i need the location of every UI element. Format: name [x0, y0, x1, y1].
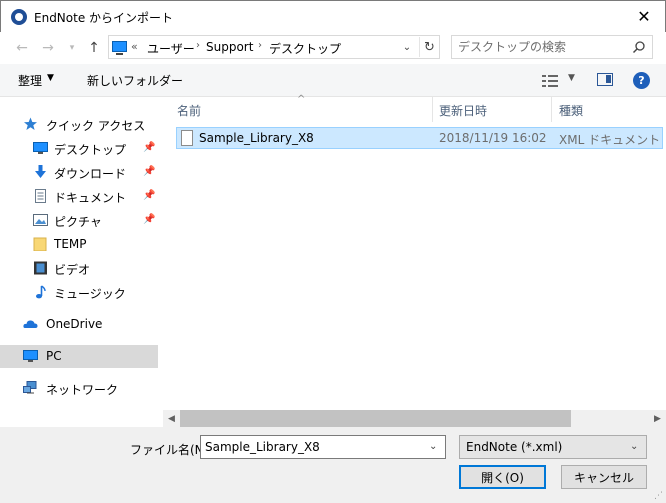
scroll-left-icon[interactable]: ◀ [163, 410, 180, 427]
open-button[interactable]: 開く(O) [459, 465, 546, 489]
nav-label: ドキュメント [54, 191, 127, 205]
nav-item-music[interactable]: ミュージック [0, 281, 158, 304]
cloud-icon [23, 320, 38, 328]
column-divider[interactable] [432, 97, 433, 122]
title-bar: EndNote からインポート ✕ [0, 0, 666, 32]
new-folder-button[interactable]: 新しいフォルダー [87, 72, 183, 89]
pin-icon: 📌 [143, 190, 156, 201]
chevron-down-icon: ⌄ [630, 441, 639, 452]
column-header: ^ 名前 更新日時 種類 [163, 94, 666, 122]
recent-locations-chevron-icon[interactable]: ▾ [62, 38, 82, 58]
address-bar[interactable]: « ユーザー › Support › デスクトップ ⌄ ↻ [108, 35, 440, 59]
endnote-app-icon [11, 9, 27, 25]
file-row[interactable]: Sample_Library_X8 2018/11/19 16:02 XML ド… [176, 127, 663, 149]
desktop-icon [33, 142, 48, 154]
nav-label: ミュージック [54, 287, 126, 301]
hidden-path-chevrons[interactable]: « [131, 40, 138, 53]
filetype-value: EndNote (*.xml) [466, 440, 563, 454]
nav-item-videos[interactable]: ビデオ [0, 257, 158, 280]
column-date-modified[interactable]: 更新日時 [439, 102, 487, 119]
file-date: 2018/11/19 16:02 [439, 131, 547, 145]
video-icon [34, 261, 47, 275]
close-button[interactable]: ✕ [621, 1, 666, 32]
command-toolbar: 整理 ▼ 新しいフォルダー ▼ ? [0, 64, 666, 97]
help-icon[interactable]: ? [633, 72, 650, 89]
filename-input[interactable] [201, 436, 425, 458]
navigation-pane: クイック アクセス デスクトップ 📌 ダウンロード 📌 ドキュメント 📌 ピクチ… [0, 97, 158, 427]
column-type[interactable]: 種類 [559, 102, 583, 119]
file-list: ^ 名前 更新日時 種類 Sample_Library_X8 2018/11/1… [163, 94, 666, 427]
nav-quick-access[interactable]: クイック アクセス [0, 113, 158, 136]
nav-label: PC [46, 349, 62, 363]
back-arrow-icon[interactable]: ← [12, 38, 32, 58]
nav-pc[interactable]: PC [0, 345, 158, 368]
forward-arrow-icon[interactable]: → [38, 38, 58, 58]
nav-item-desktop[interactable]: デスクトップ 📌 [0, 137, 158, 160]
file-type: XML ドキュメント [559, 133, 661, 147]
pin-icon: 📌 [143, 166, 156, 177]
breadcrumb-separator[interactable]: › [258, 40, 262, 51]
cancel-button[interactable]: キャンセル [561, 465, 647, 489]
nav-label: TEMP [54, 237, 87, 251]
nav-item-pictures[interactable]: ピクチャ 📌 [0, 209, 158, 232]
nav-label: デスクトップ [54, 143, 127, 157]
scroll-right-icon[interactable]: ▶ [649, 410, 666, 427]
download-icon [35, 165, 46, 178]
sort-ascending-icon: ^ [297, 94, 306, 105]
nav-label: ダウンロード [54, 167, 127, 181]
filename-combobox[interactable]: ⌄ [200, 435, 446, 459]
pc-icon [112, 41, 127, 55]
filetype-select[interactable]: EndNote (*.xml) ⌄ [459, 435, 647, 459]
column-divider[interactable] [551, 97, 552, 122]
chevron-down-icon[interactable]: ▼ [47, 73, 54, 83]
nav-label: ネットワーク [46, 383, 119, 397]
nav-network[interactable]: ネットワーク [0, 377, 158, 400]
breadcrumb-desktop[interactable]: デスクトップ [269, 40, 341, 57]
document-icon [35, 189, 46, 203]
pictures-icon [33, 214, 48, 226]
bottom-panel: ファイル名(N): ⌄ EndNote (*.xml) ⌄ 開く(O) キャンセ… [0, 427, 666, 503]
nav-label: ビデオ [54, 263, 91, 277]
details-view-icon [542, 75, 558, 87]
nav-item-documents[interactable]: ドキュメント 📌 [0, 185, 158, 208]
nav-label: OneDrive [46, 317, 103, 331]
search-input[interactable] [452, 36, 628, 58]
resize-grip-icon[interactable]: ⋰ [654, 491, 663, 501]
refresh-icon[interactable]: ↻ [419, 37, 439, 57]
breadcrumb-support[interactable]: Support [206, 40, 253, 54]
window-title: EndNote からインポート [34, 11, 174, 25]
breadcrumb-separator[interactable]: › [196, 40, 200, 51]
star-icon [24, 117, 37, 130]
address-dropdown-icon[interactable]: ⌄ [400, 39, 414, 55]
scrollbar-thumb[interactable] [180, 410, 571, 427]
nav-item-downloads[interactable]: ダウンロード 📌 [0, 161, 158, 184]
chevron-down-icon: ▼ [568, 73, 575, 83]
pin-icon: 📌 [143, 142, 156, 153]
search-box[interactable] [451, 35, 653, 59]
breadcrumb-users[interactable]: ユーザー [147, 40, 195, 57]
pc-icon [23, 350, 38, 362]
change-view-button[interactable]: ▼ [542, 72, 578, 90]
nav-onedrive[interactable]: OneDrive [0, 313, 158, 336]
chevron-down-icon[interactable]: ⌄ [429, 441, 437, 452]
pin-icon: 📌 [143, 214, 156, 225]
nav-label: ピクチャ [54, 215, 102, 229]
xml-file-icon [181, 130, 193, 146]
file-name: Sample_Library_X8 [199, 131, 314, 145]
column-name[interactable]: 名前 [177, 102, 201, 119]
nav-label: クイック アクセス [46, 119, 146, 133]
search-icon[interactable] [632, 40, 646, 54]
network-icon [23, 381, 37, 394]
organize-button[interactable]: 整理 [18, 72, 42, 89]
nav-item-temp[interactable]: TEMP [0, 233, 158, 256]
preview-pane-icon[interactable] [597, 73, 613, 86]
music-icon [36, 285, 46, 299]
horizontal-scrollbar[interactable]: ◀ ▶ [163, 410, 666, 427]
up-arrow-icon[interactable]: ↑ [84, 38, 104, 58]
folder-icon [33, 237, 47, 251]
